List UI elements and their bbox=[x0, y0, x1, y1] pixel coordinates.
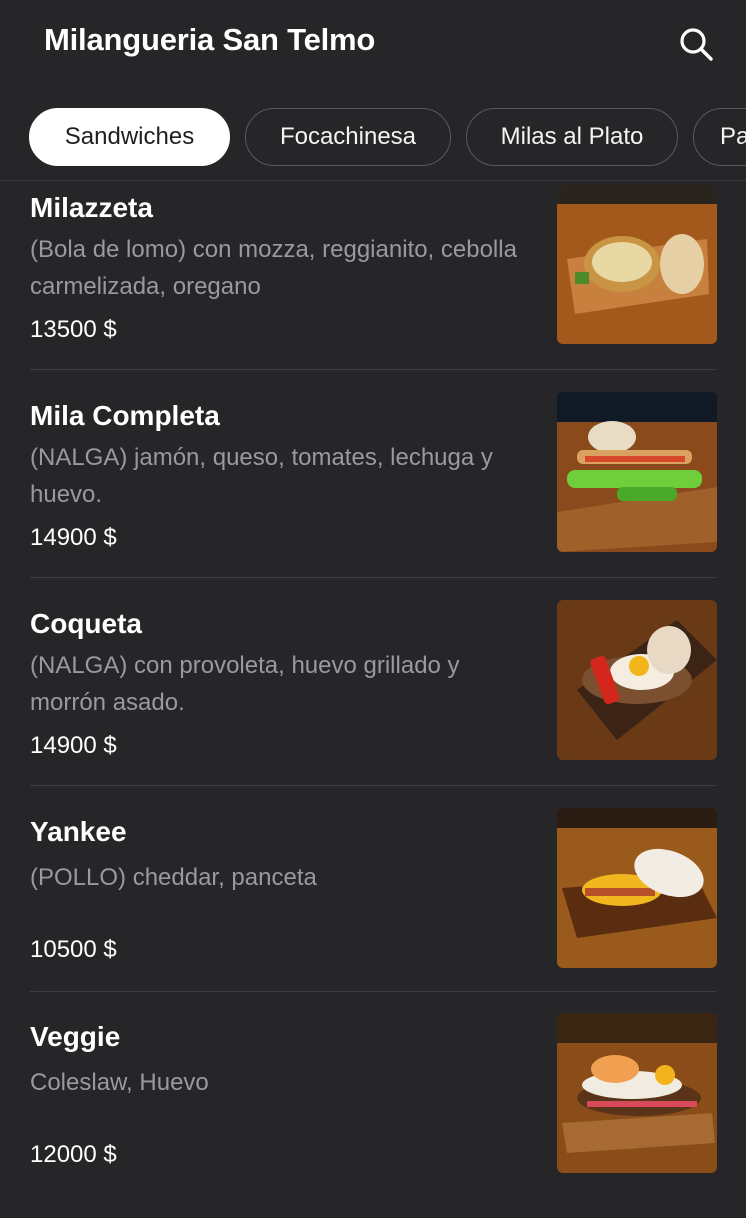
item-divider bbox=[30, 991, 716, 992]
menu-item[interactable]: Veggie Coleslaw, Huevo 12000 $ bbox=[0, 1011, 746, 1218]
item-description: (Bola de lomo) con mozza, reggianito, ce… bbox=[30, 236, 517, 300]
item-divider bbox=[30, 369, 716, 370]
item-description: Coleslaw, Huevo bbox=[30, 1069, 209, 1096]
item-name: Mila Completa bbox=[30, 400, 220, 431]
item-description: (NALGA) con provoleta, huevo grillado y … bbox=[30, 652, 460, 716]
item-photo[interactable] bbox=[557, 808, 717, 968]
item-description: (NALGA) jamón, queso, tomates, lechuga y… bbox=[30, 444, 493, 508]
item-price: 14900 $ bbox=[30, 732, 117, 759]
tab-focachinesa[interactable]: Focachinesa bbox=[245, 108, 451, 166]
item-photo[interactable] bbox=[557, 600, 717, 760]
item-divider bbox=[30, 577, 716, 578]
item-photo[interactable] bbox=[557, 1013, 717, 1173]
menu-item[interactable]: Mila Completa (NALGA) jamón, queso, toma… bbox=[0, 390, 746, 597]
app-header: Milangueria San Telmo bbox=[0, 0, 746, 88]
item-photo[interactable] bbox=[557, 392, 717, 552]
item-divider bbox=[30, 785, 716, 786]
item-photo[interactable] bbox=[557, 184, 717, 344]
menu-item[interactable]: Coqueta (NALGA) con provoleta, huevo gri… bbox=[0, 598, 746, 805]
item-price: 13500 $ bbox=[30, 316, 117, 343]
menu-item[interactable]: Yankee (POLLO) cheddar, panceta 10500 $ bbox=[0, 806, 746, 1013]
tab-milas-al-plato[interactable]: Milas al Plato bbox=[466, 108, 678, 166]
item-description: (POLLO) cheddar, panceta bbox=[30, 864, 317, 891]
item-name: Veggie bbox=[30, 1021, 121, 1052]
menu-item[interactable]: Milazzeta (Bola de lomo) con mozza, regg… bbox=[0, 182, 746, 389]
tab-sandwiches[interactable]: Sandwiches bbox=[29, 108, 230, 166]
item-name: Yankee bbox=[30, 816, 127, 847]
item-name: Milazzeta bbox=[30, 192, 153, 223]
category-tabs: Sandwiches Focachinesa Milas al Plato Pa bbox=[0, 106, 746, 168]
search-icon[interactable] bbox=[674, 22, 718, 66]
tab-partial[interactable]: Pa bbox=[693, 108, 746, 166]
item-price: 12000 $ bbox=[30, 1141, 117, 1168]
item-price: 10500 $ bbox=[30, 936, 117, 963]
item-price: 14900 $ bbox=[30, 524, 117, 551]
tabs-divider bbox=[0, 180, 746, 181]
item-name: Coqueta bbox=[30, 608, 142, 639]
restaurant-title: Milangueria San Telmo bbox=[44, 22, 376, 57]
